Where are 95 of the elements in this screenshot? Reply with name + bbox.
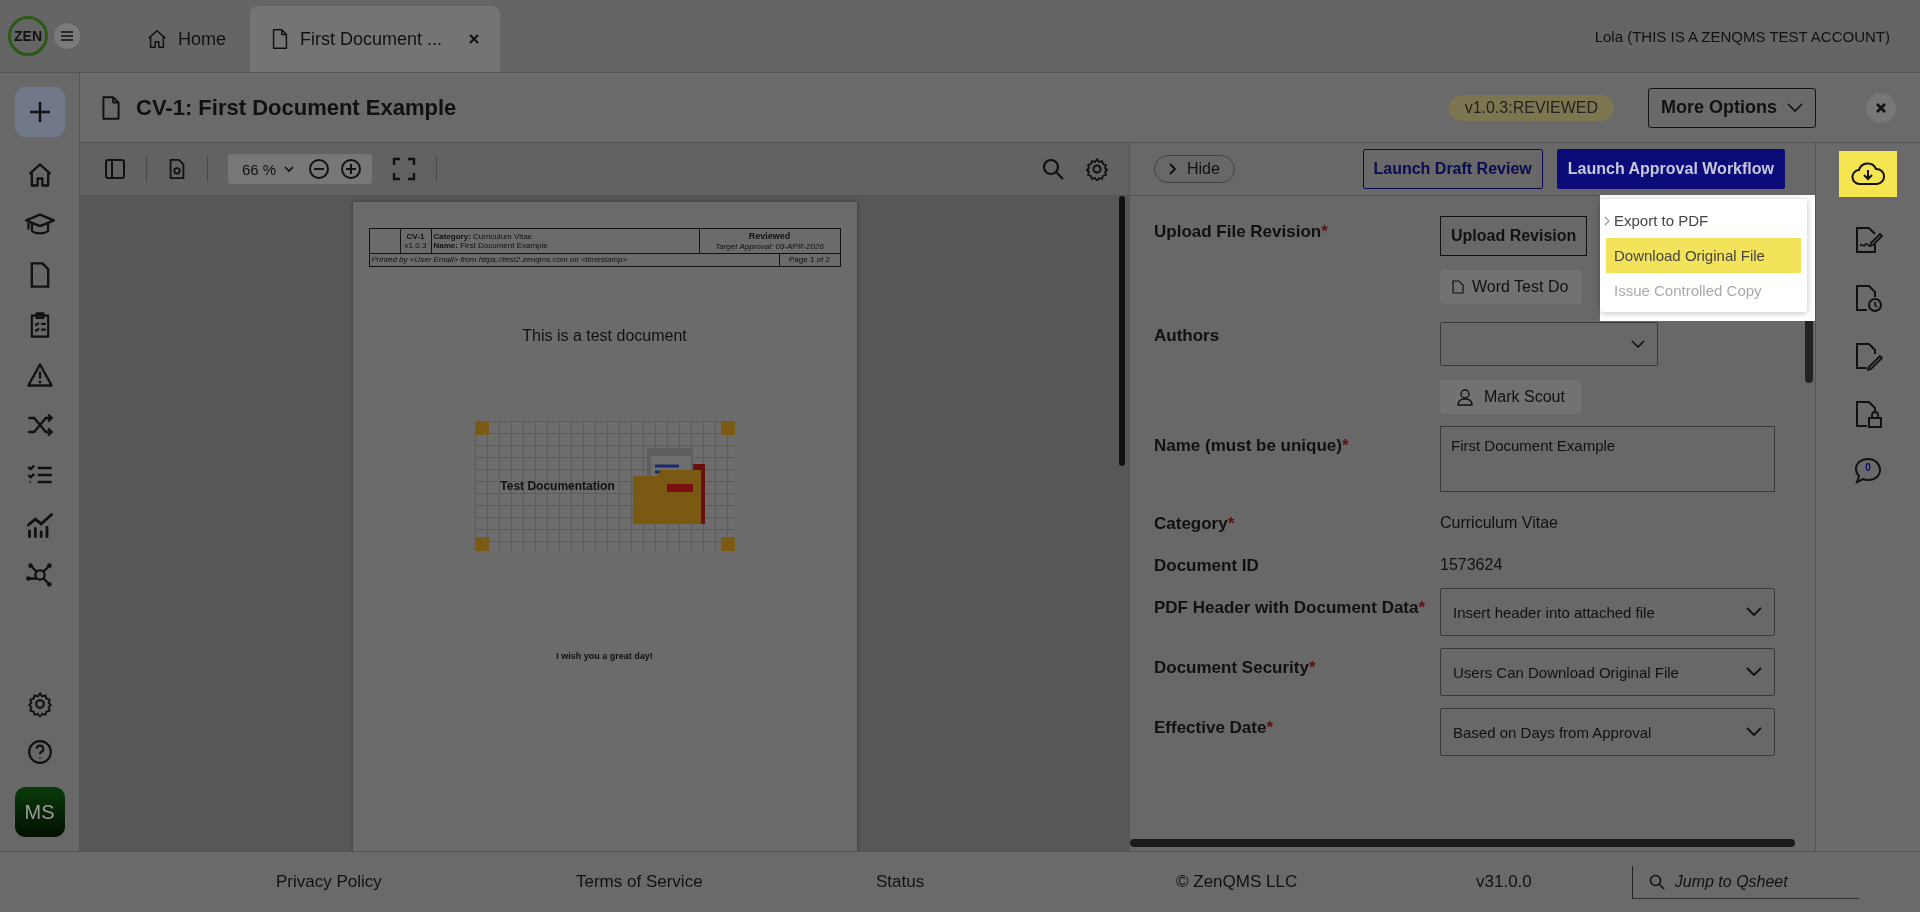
chevron-right-icon[interactable] xyxy=(1169,163,1177,175)
illustration-caption: Test Documentation xyxy=(500,479,615,493)
settings-icon[interactable] xyxy=(1085,157,1109,181)
copyright-text: © ZenQMS LLC xyxy=(1176,872,1299,892)
menu-icon[interactable] xyxy=(60,30,74,42)
upload-button[interactable]: Upload Revision xyxy=(1440,216,1588,256)
select-field[interactable]: Insert header into attached file xyxy=(1440,588,1775,636)
name-textarea[interactable]: First Document Example xyxy=(1440,426,1775,492)
menu-button[interactable] xyxy=(54,23,80,49)
field-label: Authors xyxy=(1154,326,1221,347)
select-field[interactable]: Users Can Download Original File xyxy=(1440,648,1775,696)
footer-link[interactable]: Terms of Service xyxy=(576,872,876,892)
menu-item[interactable]: Download Original File xyxy=(1606,238,1801,273)
category-value: Curriculum Vitae xyxy=(473,231,533,241)
close-button[interactable] xyxy=(1866,92,1896,123)
scrollbar-thumb[interactable] xyxy=(1130,839,1795,847)
caret-icon[interactable] xyxy=(1746,727,1762,737)
plus-icon[interactable] xyxy=(27,100,52,124)
help-icon[interactable] xyxy=(26,739,53,765)
close-icon[interactable] xyxy=(468,33,480,45)
settings-icon[interactable] xyxy=(26,691,53,717)
warning-icon[interactable] xyxy=(25,361,54,389)
field-label: PDF Header with Document Data* xyxy=(1154,598,1427,619)
status-text: Reviewed xyxy=(748,231,791,242)
zoom-in-icon[interactable] xyxy=(340,158,363,180)
version-status-badge: v1.0.3:REVIEWED xyxy=(1448,94,1614,121)
jump-search-field[interactable]: Jump to Qsheet xyxy=(1672,871,1847,892)
field-label: Category* xyxy=(1154,514,1236,534)
shuffle-icon[interactable] xyxy=(25,411,54,439)
footer-link[interactable]: Privacy Policy xyxy=(276,872,576,892)
resize-handle xyxy=(720,421,735,435)
document-edit-icon[interactable] xyxy=(1853,341,1883,371)
launch-workflow-button[interactable]: Launch Approval Workflow xyxy=(1556,149,1785,189)
select-field[interactable]: Based on Days from Approval xyxy=(1440,708,1775,756)
resize-handle xyxy=(474,537,489,551)
document-signature-icon[interactable] xyxy=(1853,225,1883,255)
tab[interactable]: First Document ... xyxy=(250,6,500,72)
category-label: Category: xyxy=(433,231,471,241)
sidebar-toggle-icon[interactable] xyxy=(104,158,126,180)
document-heading: This is a test document xyxy=(522,327,687,345)
document-lock-icon[interactable] xyxy=(1853,399,1883,429)
scrollbar-thumb[interactable] xyxy=(1119,196,1125,466)
version-text: v31.0.0 xyxy=(1476,872,1532,892)
caret-icon[interactable] xyxy=(1746,607,1762,617)
resize-handle xyxy=(720,537,735,551)
document-code: CV-1 xyxy=(406,231,425,241)
cloud-download-icon[interactable] xyxy=(1851,160,1885,188)
caret-icon[interactable] xyxy=(1746,667,1762,677)
caret-icon[interactable] xyxy=(284,165,295,173)
more-options-button[interactable]: More Options xyxy=(1648,87,1816,128)
document-icon xyxy=(100,94,122,121)
field-label: Effective Date* xyxy=(1154,718,1275,739)
caret-icon[interactable] xyxy=(1787,102,1803,113)
user-account-label[interactable]: Lola (THIS IS A ZENQMS TEST ACCOUNT) xyxy=(1594,27,1920,45)
file-chip[interactable]: Word Test Do xyxy=(1440,270,1582,304)
closing-text: I wish you a great day! xyxy=(556,651,653,661)
tab[interactable]: Home xyxy=(128,6,244,72)
field-label: Upload File Revision* xyxy=(1154,222,1329,243)
fullscreen-icon[interactable] xyxy=(392,157,417,181)
name-value: First Document Example xyxy=(460,241,548,250)
bar-chart-icon[interactable] xyxy=(25,511,54,539)
search-icon[interactable] xyxy=(1041,157,1065,181)
document-icon xyxy=(270,28,290,50)
page-number: Page 1 of 2 xyxy=(778,254,840,266)
caret-icon[interactable] xyxy=(1631,340,1645,348)
name-label: Name: xyxy=(433,241,458,250)
home-icon xyxy=(146,28,168,50)
close-icon[interactable] xyxy=(1875,101,1887,114)
document-history-icon[interactable] xyxy=(1853,283,1883,313)
resize-handle xyxy=(474,421,489,435)
create-button[interactable] xyxy=(14,87,65,137)
footer-link[interactable]: Status xyxy=(876,872,1176,892)
document-icon xyxy=(1452,280,1464,294)
comments-button[interactable]: 0 xyxy=(1853,457,1883,485)
menu-item[interactable]: Export to PDF xyxy=(1600,203,1807,238)
select-field[interactable] xyxy=(1440,322,1658,366)
field-label: Name (must be unique)* xyxy=(1154,436,1350,457)
author-chip[interactable]: Mark Scout xyxy=(1440,380,1581,414)
launch-review-button[interactable]: Launch Draft Review xyxy=(1362,149,1543,189)
field-label: Document Security* xyxy=(1154,658,1317,679)
target-approval-text: Target Approval: 09-APR-2026 xyxy=(715,241,824,251)
field-label: Document ID xyxy=(1154,556,1260,576)
logo-icon: ZEN xyxy=(8,16,48,56)
cloud-download-button[interactable] xyxy=(1839,151,1897,197)
search-icon[interactable] xyxy=(1648,873,1665,890)
person-icon xyxy=(1456,388,1474,406)
zoom-out-icon[interactable] xyxy=(308,158,331,180)
field-value: Curriculum Vitae xyxy=(1440,514,1558,532)
printed-by-text: Printed by <User Email> from https://test2.zenqms.com on <timestamp> xyxy=(370,255,629,265)
document-version: v1.0.3 xyxy=(404,241,427,251)
document-search-icon[interactable] xyxy=(167,158,187,180)
document-title: CV-1: First Document Example xyxy=(136,94,457,121)
user-avatar[interactable]: MS xyxy=(14,787,65,837)
field-value: 1573624 xyxy=(1440,556,1503,574)
network-icon[interactable] xyxy=(25,561,54,589)
